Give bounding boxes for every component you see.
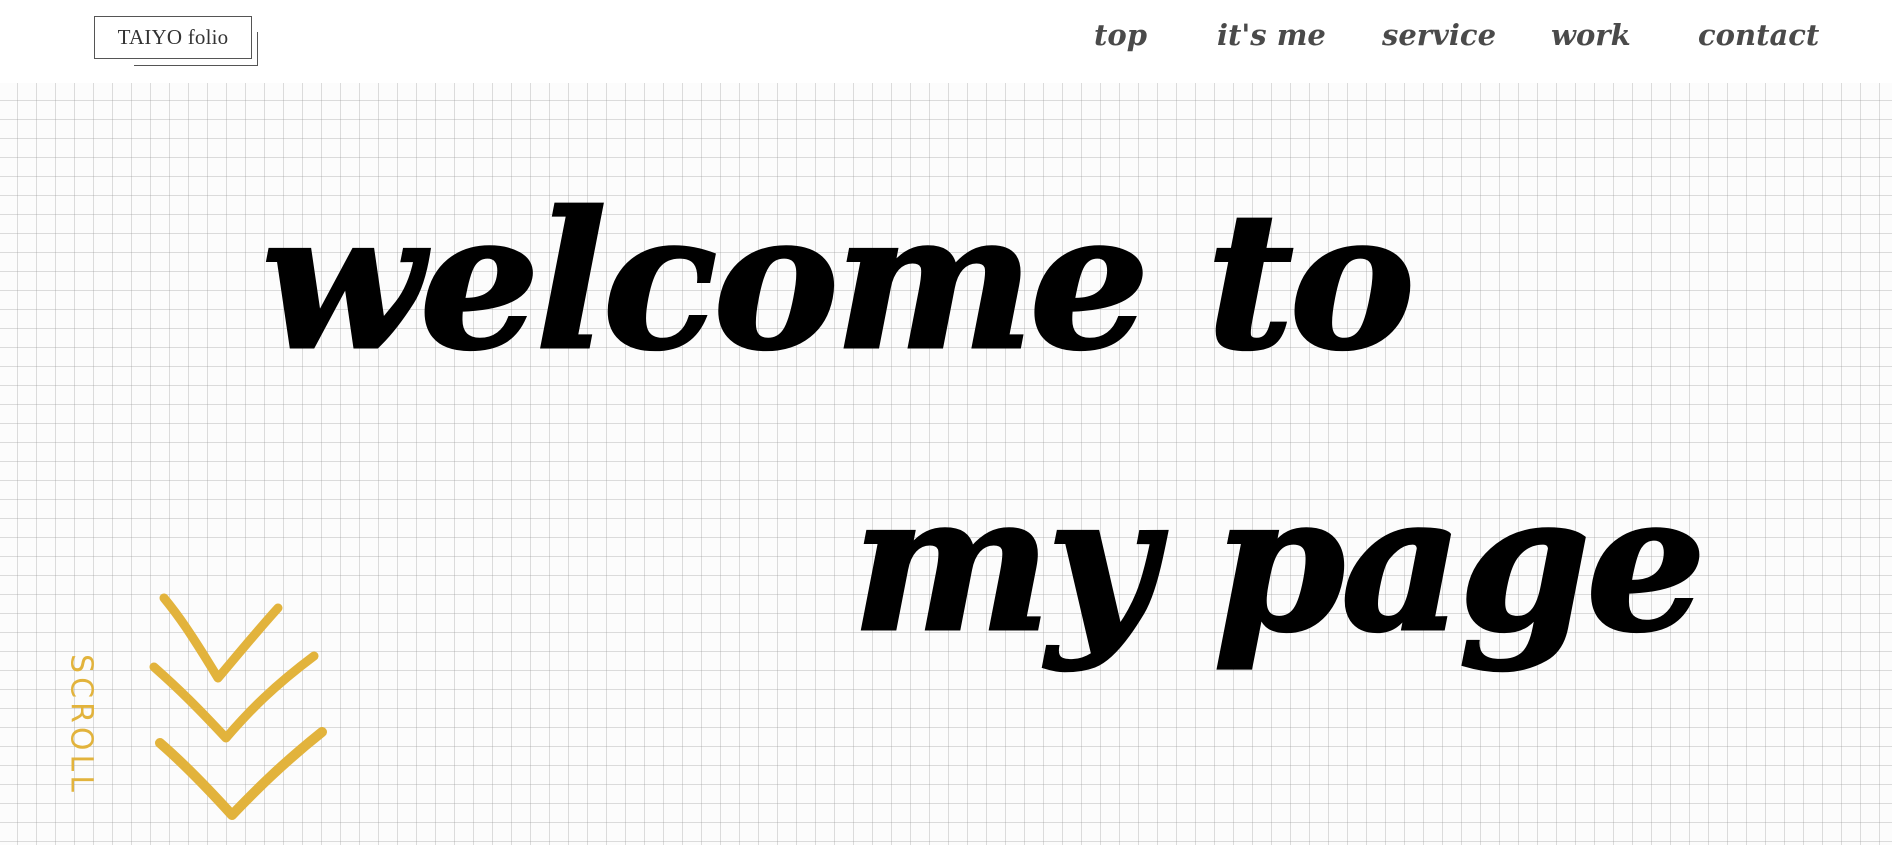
chevron-3-texture <box>162 746 236 816</box>
chevron-1 <box>159 593 283 683</box>
nav-item-work[interactable]: work <box>1551 18 1631 52</box>
nav-item-top[interactable]: top <box>1094 18 1147 52</box>
chevron-2 <box>149 651 319 743</box>
logo[interactable]: TAIYO folio <box>94 16 258 66</box>
main-nav: top it's me service work contact <box>1086 18 1819 62</box>
chevron-3 <box>155 727 327 820</box>
nav-item-contact[interactable]: contact <box>1698 18 1819 52</box>
site-header: TAIYO folio top it's me service work con… <box>0 0 1892 83</box>
triple-chevron-down-icon[interactable] <box>148 590 328 822</box>
chevron-svg <box>149 593 327 820</box>
chevron-1-texture <box>164 600 222 678</box>
nav-item-service[interactable]: service <box>1382 18 1496 52</box>
nav-item-its-me[interactable]: it's me <box>1217 18 1326 52</box>
scroll-label[interactable]: SCROLL <box>63 650 99 800</box>
logo-text[interactable]: TAIYO folio <box>94 16 252 59</box>
scroll-label-text: SCROLL <box>63 654 99 796</box>
